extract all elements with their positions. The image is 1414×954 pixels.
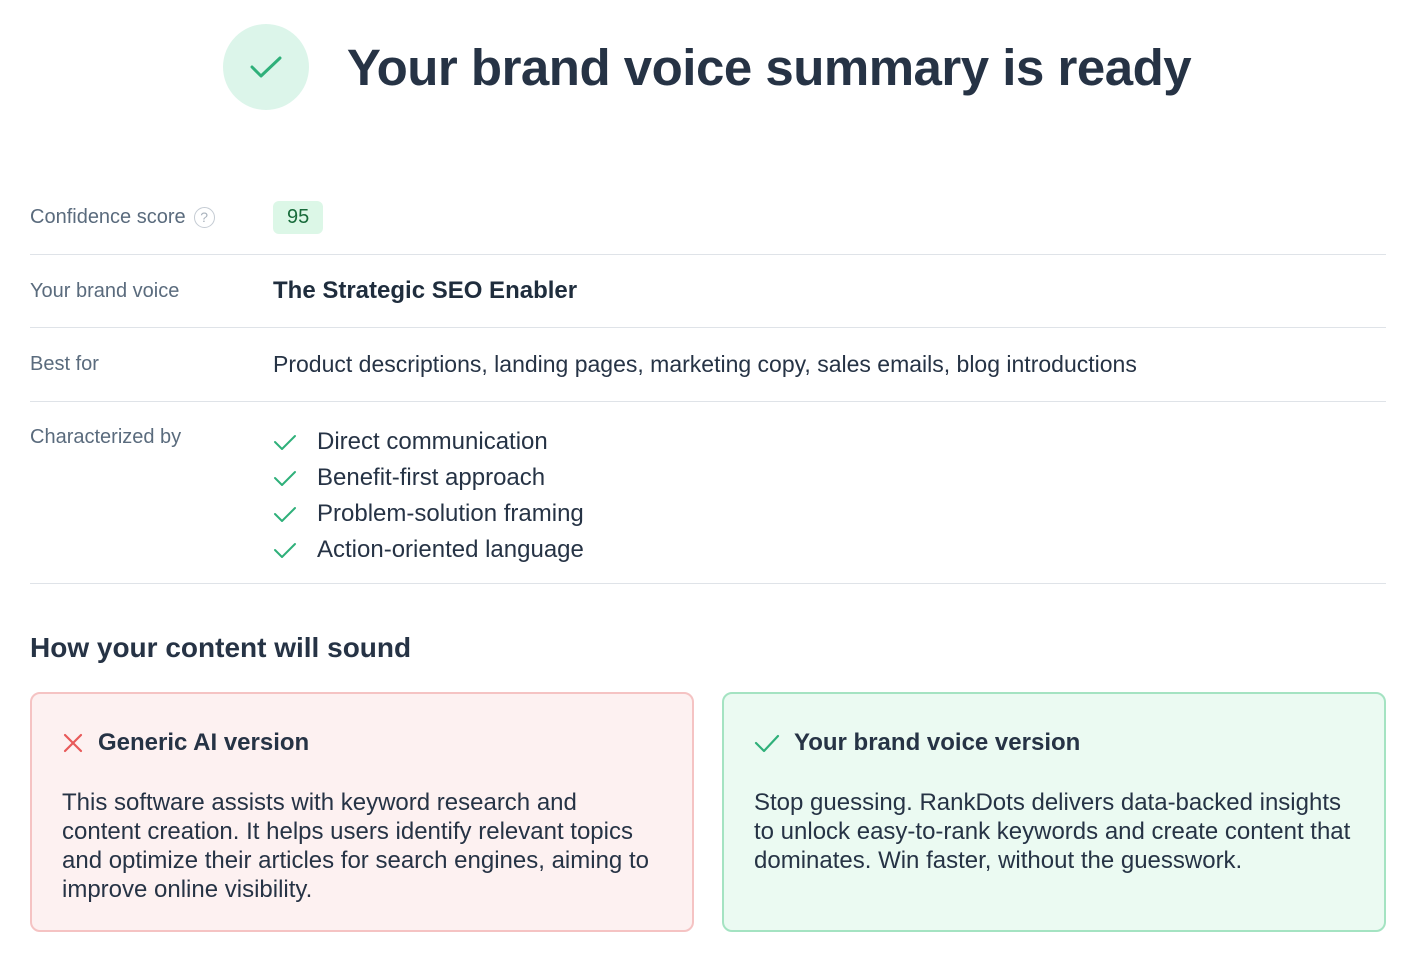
list-item: Benefit-first approach xyxy=(273,460,1386,496)
trait-text: Benefit-first approach xyxy=(317,464,546,491)
trait-list: Direct communication Benefit-first appro… xyxy=(273,424,1386,568)
summary-header: Your brand voice summary is ready xyxy=(0,22,1414,112)
trait-text: Problem-solution framing xyxy=(317,500,584,527)
list-item: Direct communication xyxy=(273,424,1386,460)
question-icon[interactable]: ? xyxy=(193,206,215,228)
confidence-label: Confidence score xyxy=(30,205,186,228)
generic-ai-card: Generic AI version This software assists… xyxy=(30,692,694,932)
confidence-label-cell: Confidence score ? xyxy=(30,206,273,229)
characterized-by-row: Characterized by Direct communication Be… xyxy=(30,402,1386,584)
x-icon xyxy=(63,733,83,753)
traits-cell: Direct communication Benefit-first appro… xyxy=(273,424,1386,583)
best-for-label: Best for xyxy=(30,353,99,375)
list-item: Problem-solution framing xyxy=(273,496,1386,532)
brand-voice-row: Your brand voice The Strategic SEO Enabl… xyxy=(30,255,1386,328)
brand-voice-name: The Strategic SEO Enabler xyxy=(273,277,578,304)
generic-card-body: This software assists with keyword resea… xyxy=(62,789,649,903)
list-item: Action-oriented language xyxy=(273,532,1386,568)
check-icon xyxy=(273,505,317,523)
check-icon xyxy=(754,734,780,753)
check-icon xyxy=(273,433,317,451)
best-for-row: Best for Product descriptions, landing p… xyxy=(30,328,1386,402)
brand-card-title: Your brand voice version xyxy=(794,729,1081,756)
trait-text: Direct communication xyxy=(317,428,548,455)
brand-card-header: Your brand voice version xyxy=(754,726,1354,760)
brand-voice-card: Your brand voice version Stop guessing. … xyxy=(722,692,1386,932)
brand-voice-summary-page: Your brand voice summary is ready Confid… xyxy=(0,0,1414,954)
brand-card-body: Stop guessing. RankDots delivers data-ba… xyxy=(754,789,1351,874)
characterized-by-label: Characterized by xyxy=(30,426,182,448)
confidence-value-cell: 95 xyxy=(273,200,1386,234)
success-badge xyxy=(222,24,309,110)
page-title: Your brand voice summary is ready xyxy=(346,38,1192,96)
summary-table: Confidence score ? 95 Your brand voice T… xyxy=(30,180,1386,584)
trait-text: Action-oriented language xyxy=(317,536,584,563)
check-icon xyxy=(273,469,317,487)
check-icon xyxy=(250,56,282,78)
generic-card-header: Generic AI version xyxy=(62,726,662,760)
confidence-row: Confidence score ? 95 xyxy=(30,180,1386,255)
check-icon xyxy=(273,541,317,559)
confidence-score-badge: 95 xyxy=(273,200,324,234)
brand-voice-label: Your brand voice xyxy=(30,279,180,302)
generic-card-title: Generic AI version xyxy=(98,729,310,756)
best-for-value: Product descriptions, landing pages, mar… xyxy=(273,351,1137,377)
section-title: How your content will sound xyxy=(30,632,412,663)
